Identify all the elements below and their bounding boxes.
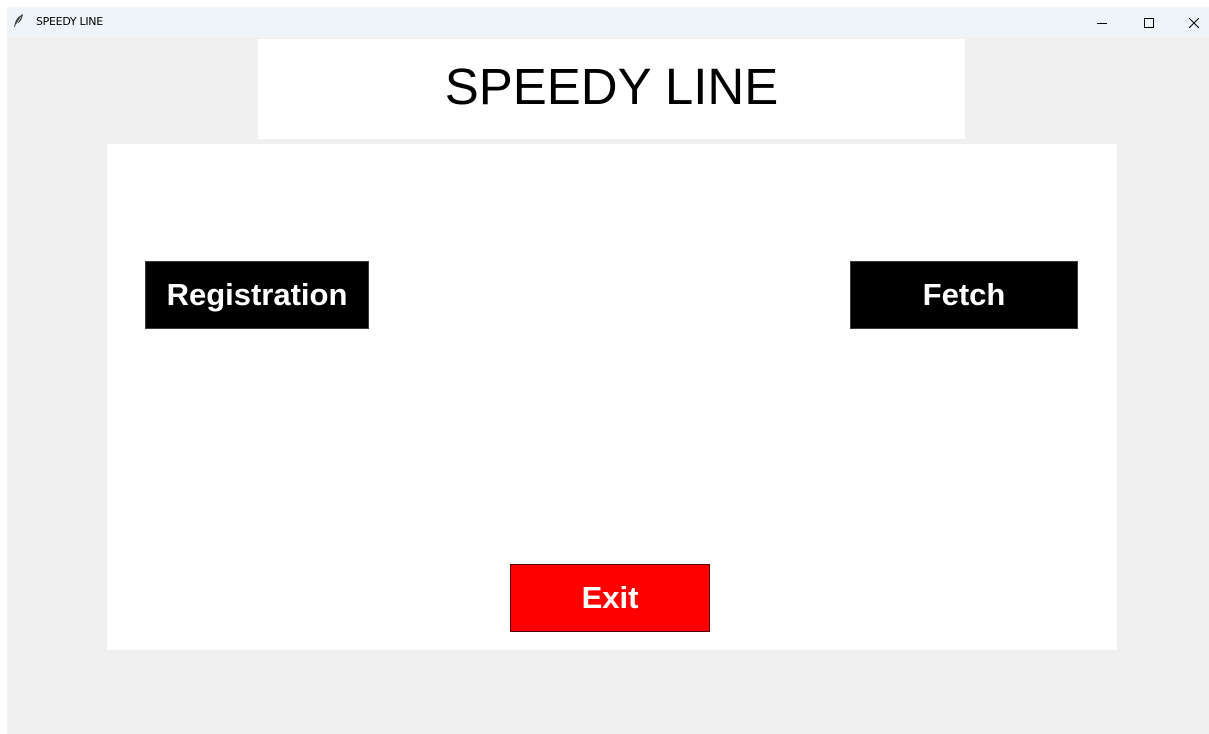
main-panel: Registration Fetch Exit (107, 144, 1117, 650)
window-title: SPEEDY LINE (36, 15, 103, 28)
fetch-button[interactable]: Fetch (850, 261, 1078, 329)
close-button[interactable] (1171, 7, 1209, 38)
title-bar[interactable]: SPEEDY LINE (7, 7, 1209, 38)
app-title: SPEEDY LINE (444, 58, 779, 115)
exit-button[interactable]: Exit (510, 564, 710, 632)
minimize-icon (1096, 18, 1107, 28)
feather-icon (13, 14, 25, 28)
maximize-button[interactable] (1126, 7, 1171, 38)
app-window: SPEEDY LINE SPEEDY LINE Registration Fet… (7, 7, 1209, 734)
maximize-icon (1143, 17, 1154, 28)
registration-button[interactable]: Registration (145, 261, 369, 329)
header-panel: SPEEDY LINE (258, 39, 965, 139)
minimize-button[interactable] (1079, 7, 1124, 38)
close-icon (1188, 17, 1199, 28)
